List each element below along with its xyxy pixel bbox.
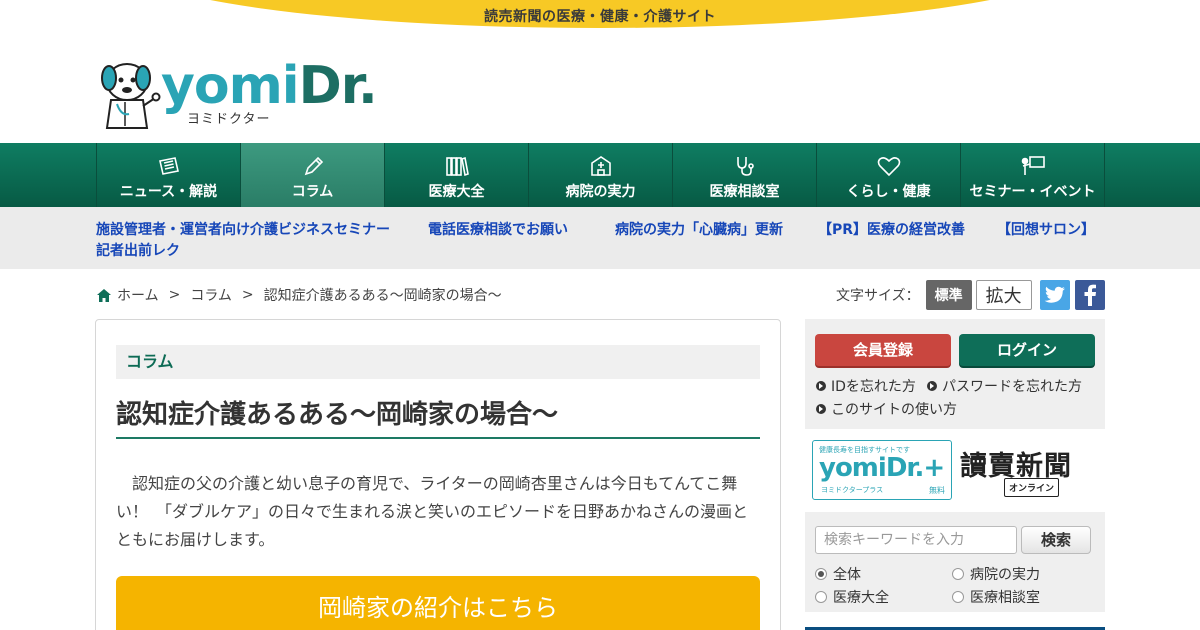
nav-label: くらし・健康	[846, 184, 931, 200]
nav-item-news[interactable]: ニュース・解説	[97, 143, 241, 207]
pickup-link[interactable]: 電話医療相談でお願い	[428, 219, 568, 239]
family-intro-button[interactable]: 岡崎家の紹介はこちら	[116, 576, 760, 630]
heart-icon	[876, 153, 902, 179]
search-button[interactable]: 検索	[1021, 526, 1091, 554]
search-input[interactable]: 検索キーワードを入力	[815, 526, 1017, 554]
hospital-icon	[588, 153, 614, 179]
site-tagline: 読売新聞の医療・健康・介護サイト	[484, 9, 716, 25]
login-button[interactable]: ログイン	[959, 334, 1095, 366]
books-icon	[444, 153, 470, 179]
nav-item-column[interactable]: コラム	[241, 143, 385, 207]
yomidr-plus-banner[interactable]: 健康長寿を目指すサイトです yomiDr.+ ヨミドクタープラス 無料	[812, 440, 952, 500]
banner-subcaption: ヨミドクタープラス	[821, 486, 884, 494]
pickup-link[interactable]: 施設管理者・運営者向け介護ビジネスセミナー	[96, 219, 390, 239]
search-scope-consultation[interactable]: 医療相談室	[952, 587, 1040, 607]
nav-item-hospital[interactable]: 病院の実力	[529, 143, 673, 207]
radio-icon	[815, 591, 827, 603]
member-box: 会員登録 ログイン IDを忘れた方 パスワードを忘れた方 このサイトの使い方	[805, 319, 1105, 429]
breadcrumb: ホーム > コラム > 認知症介護あるある～岡崎家の場合～	[96, 285, 502, 305]
facebook-icon	[1084, 284, 1096, 306]
article-lead: 認知症の父の介護と幼い息子の育児で、ライターの岡崎杏里さんは今日もてんてこ舞い！…	[116, 474, 749, 549]
radio-icon	[952, 568, 964, 580]
pickup-link[interactable]: 病院の実力「心臓病」更新	[615, 219, 783, 239]
article-card: コラム 認知症介護あるある～岡崎家の場合～ 認知症の父の介護と幼い息子の育児で、…	[95, 319, 781, 630]
nav-label: ニュース・解説	[119, 184, 218, 200]
arrow-bullet-icon	[816, 404, 826, 414]
nav-label: コラム	[291, 184, 334, 200]
forgot-id-link[interactable]: IDを忘れた方	[816, 376, 916, 396]
online-label: オンライン	[1004, 478, 1060, 497]
logo-wordmark: yomiDr.	[161, 56, 378, 116]
radio-icon	[952, 591, 964, 603]
home-icon	[96, 288, 112, 303]
register-button[interactable]: 会員登録	[815, 334, 951, 366]
nav-item-consultation[interactable]: 医療相談室	[673, 143, 817, 207]
pickup-links: 施設管理者・運営者向け介護ビジネスセミナー 電話医療相談でお願い 病院の実力「心…	[0, 207, 1200, 269]
banner-free-label: 無料	[929, 486, 945, 495]
search-scope-all[interactable]: 全体	[815, 564, 861, 584]
main-nav: ニュース・解説 コラム 医療大全 病院の実力 医療相談室 くらし・健康 セミナー…	[0, 143, 1200, 207]
forgot-password-link[interactable]: パスワードを忘れた方	[927, 376, 1082, 396]
nav-item-seminar[interactable]: セミナー・イベント	[961, 143, 1105, 207]
breadcrumb-home[interactable]: ホーム	[117, 285, 159, 305]
nav-label: 医療相談室	[709, 184, 780, 200]
arrow-bullet-icon	[816, 381, 826, 391]
site-search: 検索キーワードを入力 検索 全体 病院の実力 医療大全 医療相談室	[805, 512, 1105, 612]
page-title: 認知症介護あるある～岡崎家の場合～	[116, 398, 760, 439]
font-size-switcher: 文字サイズ： 標準 拡大	[836, 280, 1036, 310]
category-label: コラム	[116, 345, 760, 379]
site-logo[interactable]: yomiDr. ヨミドクター	[95, 56, 378, 130]
breadcrumb-current: 認知症介護あるある～岡崎家の場合～	[263, 288, 502, 304]
facebook-share-button[interactable]	[1075, 280, 1105, 310]
nav-label: 医療大全	[428, 184, 485, 200]
radio-selected-icon	[815, 568, 827, 580]
how-to-use-link[interactable]: このサイトの使い方	[816, 399, 957, 419]
search-scope-hospital[interactable]: 病院の実力	[952, 564, 1040, 584]
logo-kana: ヨミドクター	[187, 112, 271, 127]
arrow-bullet-icon	[927, 381, 937, 391]
presenter-icon	[1020, 153, 1046, 179]
pencil-icon	[300, 153, 326, 179]
dog-doctor-mascot-icon	[101, 63, 161, 129]
breadcrumb-separator: >	[168, 287, 181, 303]
search-scope-encyclopedia[interactable]: 医療大全	[815, 587, 889, 607]
newspaper-icon	[156, 153, 182, 179]
font-size-large-button[interactable]: 拡大	[975, 280, 1032, 310]
twitter-share-button[interactable]	[1040, 280, 1070, 310]
nav-item-life-health[interactable]: くらし・健康	[817, 143, 961, 207]
twitter-icon	[1044, 286, 1065, 303]
pickup-link[interactable]: 記者出前レク	[96, 240, 180, 260]
page: 読売新聞の医療・健康・介護サイト yomiDr. ヨミドクター ニュース・解説	[0, 0, 1200, 630]
pickup-link[interactable]: 【PR】医療の経営改善	[818, 219, 965, 239]
nav-label: 病院の実力	[565, 184, 636, 200]
breadcrumb-separator: >	[241, 287, 254, 303]
nav-label: セミナー・イベント	[969, 184, 1096, 200]
font-size-standard-button[interactable]: 標準	[925, 280, 972, 310]
yomiuri-online-banner[interactable]: 讀賣新聞 オンライン	[958, 442, 1098, 500]
pickup-link[interactable]: 【回想サロン】	[997, 219, 1095, 239]
breadcrumb-column[interactable]: コラム	[190, 285, 232, 305]
nav-item-encyclopedia[interactable]: 医療大全	[385, 143, 529, 207]
font-size-label: 文字サイズ：	[836, 288, 920, 304]
stethoscope-icon	[732, 153, 758, 179]
banner-wordmark: yomiDr.+	[819, 453, 945, 483]
